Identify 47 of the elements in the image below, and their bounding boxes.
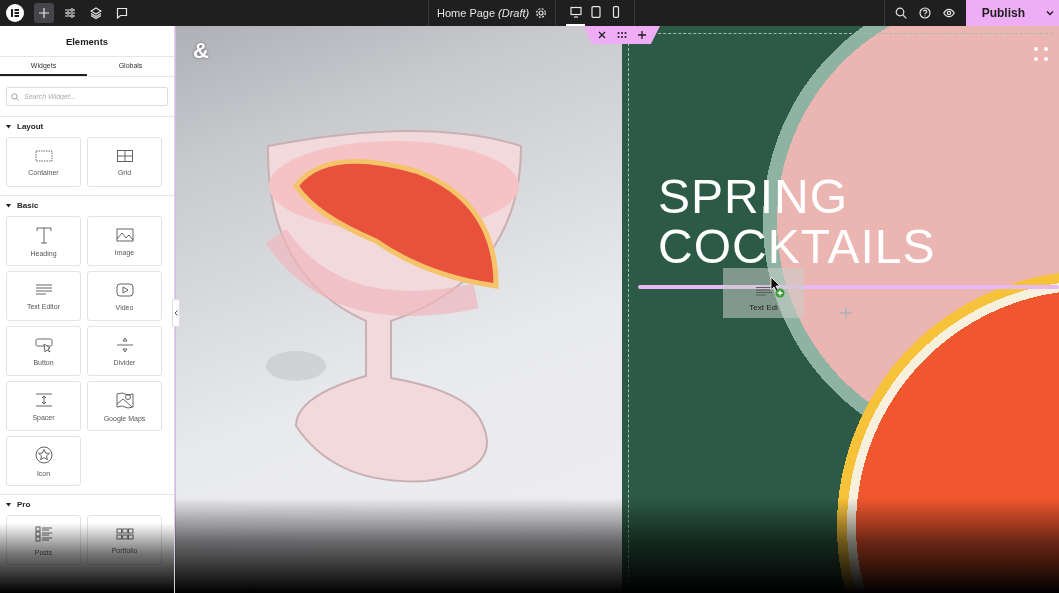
play-icon (115, 281, 134, 298)
elementor-logo[interactable] (6, 4, 24, 22)
section-toggle[interactable]: Pro (0, 495, 174, 515)
star-circle-icon (34, 445, 53, 464)
tablet-icon (589, 6, 602, 18)
spacer-icon (34, 391, 53, 408)
search-icon[interactable] (894, 7, 907, 19)
desktop-icon (569, 6, 582, 18)
page-status: (Draft) (498, 7, 530, 19)
text-t-icon (34, 225, 53, 244)
layers-icon (90, 7, 102, 19)
grid-icon (115, 148, 134, 163)
pointer-button-icon (34, 336, 53, 353)
settings-icon[interactable] (535, 7, 548, 19)
add-element-button[interactable] (34, 3, 54, 23)
add-icon (840, 307, 852, 319)
text-lines-icon (754, 286, 773, 297)
cursor-plus-icon (770, 276, 786, 298)
delete-icon (597, 30, 607, 40)
publish-options-button[interactable] (1041, 0, 1059, 26)
drag-dots-icon (1033, 46, 1049, 62)
delete-button[interactable] (597, 30, 607, 40)
add-section-button[interactable] (637, 30, 647, 40)
dragged-widget[interactable]: Text Edi (723, 268, 804, 318)
list-icon (34, 524, 53, 543)
image-icon (115, 226, 134, 243)
page-title[interactable]: Home Page (437, 7, 496, 19)
search-icon (11, 93, 19, 101)
drag-handle-icon (617, 30, 627, 40)
section-toggle[interactable]: Basic (0, 196, 174, 216)
publish-button[interactable]: Publish (965, 0, 1041, 26)
plus-icon (38, 7, 50, 19)
map-icon (115, 390, 134, 409)
chevron-icon (1045, 8, 1055, 18)
add-section-icon (637, 30, 647, 40)
help-icon[interactable] (918, 7, 931, 19)
sliders-icon (64, 7, 76, 19)
chevron-icon (174, 310, 178, 316)
comment-icon (116, 7, 128, 19)
text-lines-icon (34, 282, 53, 297)
drag-handle-button[interactable] (617, 30, 627, 40)
eye-icon[interactable] (942, 7, 955, 19)
section-toggle[interactable]: Layout (0, 117, 174, 137)
grid-tiles-icon (115, 526, 134, 541)
divider-icon (115, 336, 134, 353)
widget-label: Text Edi (749, 303, 778, 312)
container-icon (34, 148, 53, 163)
